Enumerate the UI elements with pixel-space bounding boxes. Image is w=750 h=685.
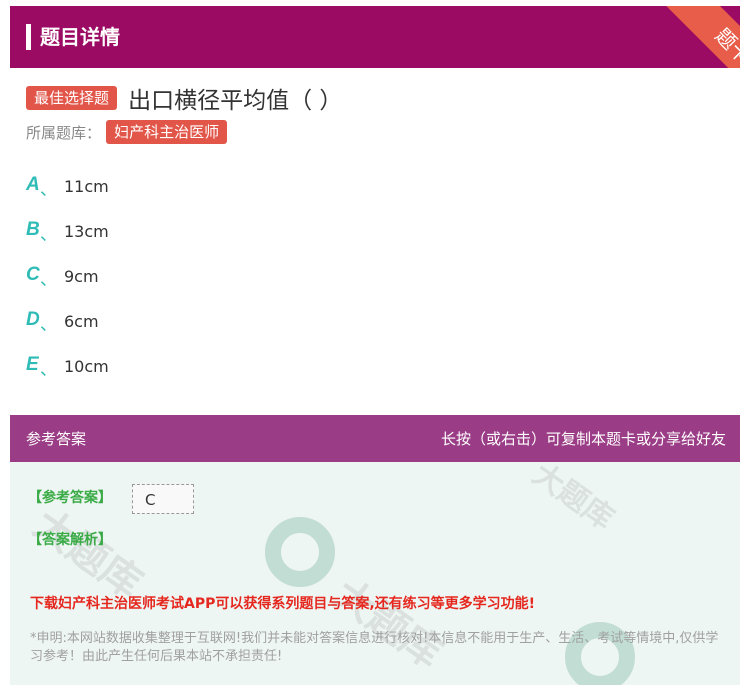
option-b[interactable]: B 、 13cm (26, 217, 726, 262)
bank-name-badge[interactable]: 妇产科主治医师 (106, 120, 228, 144)
header-accent-bar (26, 24, 31, 50)
share-hint[interactable]: 长按（或右击）可复制本题卡或分享给好友 (441, 428, 726, 449)
question-bank-line: 所属题库： 妇产科主治医师 (26, 120, 228, 146)
download-app-link[interactable]: 下载妇产科主治医师考试APP可以获得系列题目与答案,还有练习等更多学习功能! (30, 593, 535, 613)
reference-answer-label: 【参考答案】 (28, 490, 112, 506)
page-header: 题目详情 题卡 (10, 6, 740, 68)
option-letter: C (26, 264, 40, 285)
option-letter: D (26, 309, 40, 330)
option-text: 6cm (64, 312, 99, 331)
option-letter: A (26, 174, 40, 195)
option-letter: E (26, 354, 39, 375)
option-separator: 、 (40, 360, 57, 380)
watermark-swirl-icon (265, 517, 335, 587)
question-line: 最佳选择题 出口横径平均值（ ） (26, 81, 342, 114)
option-a[interactable]: A 、 11cm (26, 172, 726, 217)
option-text: 10cm (64, 357, 109, 376)
card-ribbon[interactable]: 题卡 (660, 6, 740, 68)
bank-label: 所属题库： (26, 123, 102, 142)
disclaimer-text: *申明:本网站数据收集整理于互联网!我们并未能对答案信息进行核对!本信息不能用于… (30, 631, 719, 664)
question-type-badge: 最佳选择题 (26, 86, 118, 110)
options-list: A 、 11cm B 、 13cm C 、 9cm D 、 6cm E 、 10… (26, 172, 726, 397)
reference-answer-image: C (132, 484, 194, 514)
answer-panel: 大题库 大题库 大题库 【参考答案】 C 【答案解析】 下载妇产科主治医师考试A… (10, 462, 740, 685)
option-e[interactable]: E 、 10cm (26, 352, 726, 397)
page-title: 题目详情 (40, 25, 120, 49)
option-text: 13cm (64, 222, 109, 241)
option-separator: 、 (40, 315, 57, 335)
analysis-label: 【答案解析】 (28, 532, 112, 548)
option-letter: B (26, 219, 40, 240)
option-separator: 、 (40, 270, 57, 290)
option-separator: 、 (40, 180, 57, 200)
question-text: 出口横径平均值（ ） (128, 88, 343, 114)
option-text: 9cm (64, 267, 99, 286)
option-text: 11cm (64, 177, 109, 196)
answer-bar: 参考答案 长按（或右击）可复制本题卡或分享给好友 (10, 415, 740, 462)
option-c[interactable]: C 、 9cm (26, 262, 726, 307)
watermark-diagonal: 大题库 (526, 462, 620, 538)
option-separator: 、 (40, 225, 57, 245)
option-d[interactable]: D 、 6cm (26, 307, 726, 352)
ribbon-label: 题卡 (663, 6, 740, 68)
answer-bar-title: 参考答案 (26, 430, 87, 448)
